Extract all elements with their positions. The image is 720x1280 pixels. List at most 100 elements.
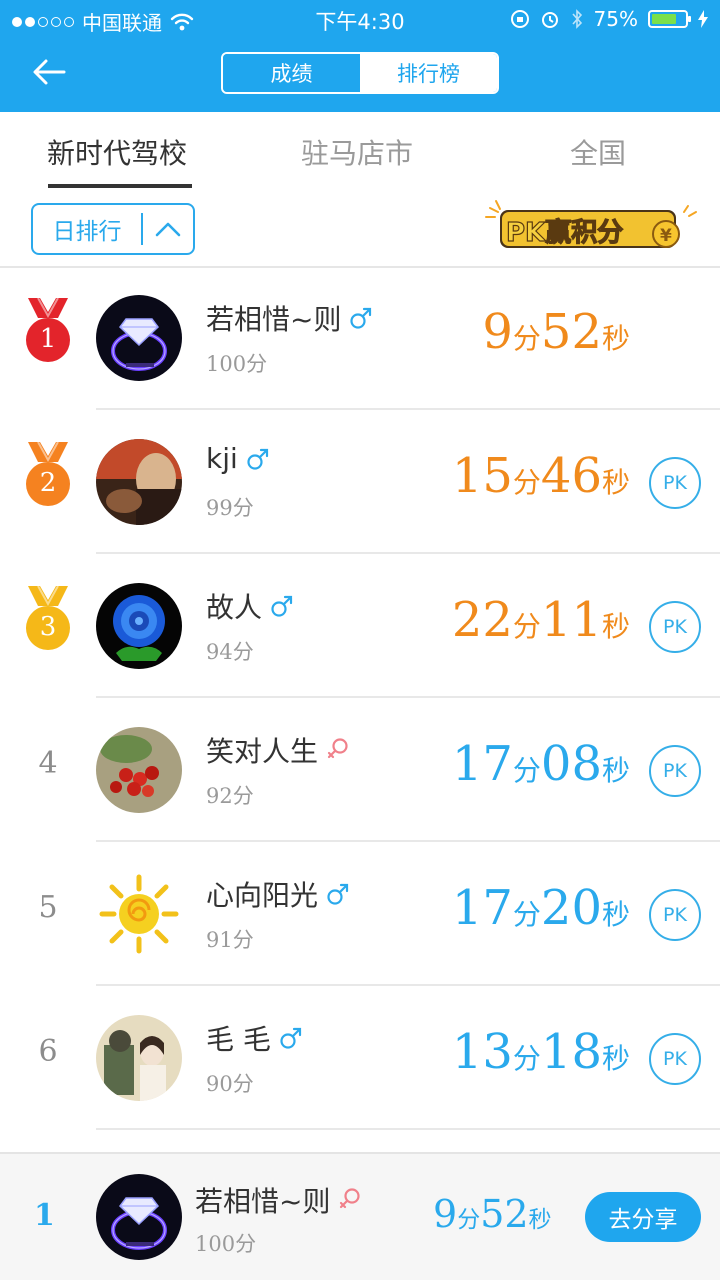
charging-icon [698,10,708,28]
finish-time-min: 22 [451,592,513,648]
finish-time-min-unit: 分 [512,754,541,787]
finish-time-min: 17 [451,736,513,792]
my-time-min-unit: 分 [457,1207,481,1233]
user-name: 毛 毛 [206,1023,271,1056]
finish-time-sec: 52 [540,304,602,360]
user-score: 91分 [206,928,254,952]
scope-tabs: 新时代驾校 驻马店市 全国 [0,112,720,190]
finish-time: 22分11秒 [452,592,630,648]
my-rank-number: 1 [34,1198,55,1233]
finish-time-sec: 20 [540,880,602,936]
user-name: 若相惜~则 [206,303,342,336]
my-time-min: 9 [433,1192,458,1236]
status-bar: 中国联通 下午4:30 75% [0,0,720,38]
finish-time-sec: 18 [540,1024,602,1080]
ranking-row[interactable]: 6 毛 毛 90分 13分18秒 PK [0,986,720,1130]
avatar[interactable] [96,871,182,957]
finish-time-min-unit: 分 [512,322,541,355]
finish-time-min: 13 [451,1024,513,1080]
finish-time-min-unit: 分 [512,610,541,643]
battery-percent: 75% [593,7,638,31]
user-name-row: 毛 毛 [206,1018,303,1058]
rank-number: 2 [39,468,57,498]
period-filter-dropdown[interactable]: 日排行 [31,203,195,255]
share-button[interactable]: 去分享 [585,1192,701,1242]
segment-leaderboard[interactable]: 排行榜 [360,54,497,92]
user-name-row: 心向阳光 [206,874,350,914]
finish-time-sec: 46 [540,448,602,504]
pk-button[interactable]: PK [649,745,701,797]
avatar[interactable] [96,439,182,525]
avatar[interactable] [96,295,182,381]
my-name: 若相惜~则 [195,1185,331,1218]
pk-button[interactable]: PK [649,601,701,653]
top-bar: 中国联通 下午4:30 75% 成绩 排行榜 [0,0,720,112]
rank-number: 5 [38,890,58,925]
user-name-row: 笑对人生 [206,730,350,770]
male-icon [271,595,293,617]
ranking-row[interactable]: 3 故人 94分 22分11秒 PK [0,554,720,698]
finish-time-sec-unit: 秒 [601,754,630,787]
finish-time-sec-unit: 秒 [601,466,630,499]
rank-number: 6 [38,1034,58,1069]
avatar[interactable] [96,1015,182,1101]
avatar[interactable] [96,727,182,813]
user-score: 90分 [206,1072,254,1096]
rank-number: 1 [39,324,57,354]
pk-button[interactable]: PK [649,889,701,941]
user-score: 94分 [206,640,254,664]
row-divider [96,1128,720,1130]
tab-city[interactable]: 驻马店市 [301,132,413,172]
finish-time-min: 15 [451,448,513,504]
tab-national[interactable]: 全国 [570,132,626,172]
segment-scores[interactable]: 成绩 [223,54,360,92]
rank-medal-icon: 3 [24,585,72,658]
rank-number: 4 [38,746,58,781]
male-icon [350,307,372,329]
sparkle-icon [485,200,501,218]
male-icon [280,1027,302,1049]
ranking-row[interactable]: 4 笑对人生 92分 17分08秒 PK [0,698,720,842]
finish-time-sec-unit: 秒 [601,1042,630,1075]
pk-button[interactable]: PK [649,1033,701,1085]
user-name: 心向阳光 [206,879,319,912]
user-name: kji [206,442,238,475]
my-score: 100分 [195,1232,257,1256]
ranking-row[interactable]: 5 心向阳光 91分 17分20秒 PK [0,842,720,986]
rank-number: 3 [39,612,57,642]
finish-time-sec: 11 [540,592,602,648]
user-score: 92分 [206,784,254,808]
tab-school[interactable]: 新时代驾校 [47,132,187,172]
user-name: 笑对人生 [206,735,319,768]
male-icon [327,883,349,905]
my-avatar[interactable] [96,1174,182,1260]
avatar[interactable] [96,583,182,669]
my-time-sec: 52 [480,1192,529,1236]
finish-time-min-unit: 分 [512,466,541,499]
finish-time: 17分08秒 [452,736,630,792]
finish-time-sec-unit: 秒 [601,610,630,643]
user-name-row: 若相惜~则 [206,298,373,338]
pk-win-points-banner[interactable]: PK赢积分 ¥ [484,198,700,256]
finish-time-min-unit: 分 [512,898,541,931]
finish-time: 15分46秒 [452,448,630,504]
back-button[interactable] [30,54,70,90]
back-arrow-icon [33,59,66,85]
my-time-sec-unit: 秒 [528,1207,552,1233]
ranking-row[interactable]: 2 kji 99分 15分46秒 PK [0,410,720,554]
my-name-row: 若相惜~则 [195,1180,362,1220]
pk-banner-text: PK赢积分 [506,217,623,248]
pk-button[interactable]: PK [649,457,701,509]
female-icon [340,1188,361,1209]
ranking-row[interactable]: 1 若相惜~则 100分 9分52秒 [0,266,720,410]
active-tab-indicator [48,184,192,188]
battery-icon [648,10,691,28]
user-score: 100分 [206,352,268,376]
finish-time: 17分20秒 [452,880,630,936]
rank-medal-icon: 2 [24,441,72,514]
my-time: 9分52秒 [433,1192,552,1236]
user-score: 99分 [206,496,254,520]
user-name-row: 故人 [206,586,294,626]
finish-time-sec-unit: 秒 [601,898,630,931]
finish-time-sec-unit: 秒 [601,322,630,355]
